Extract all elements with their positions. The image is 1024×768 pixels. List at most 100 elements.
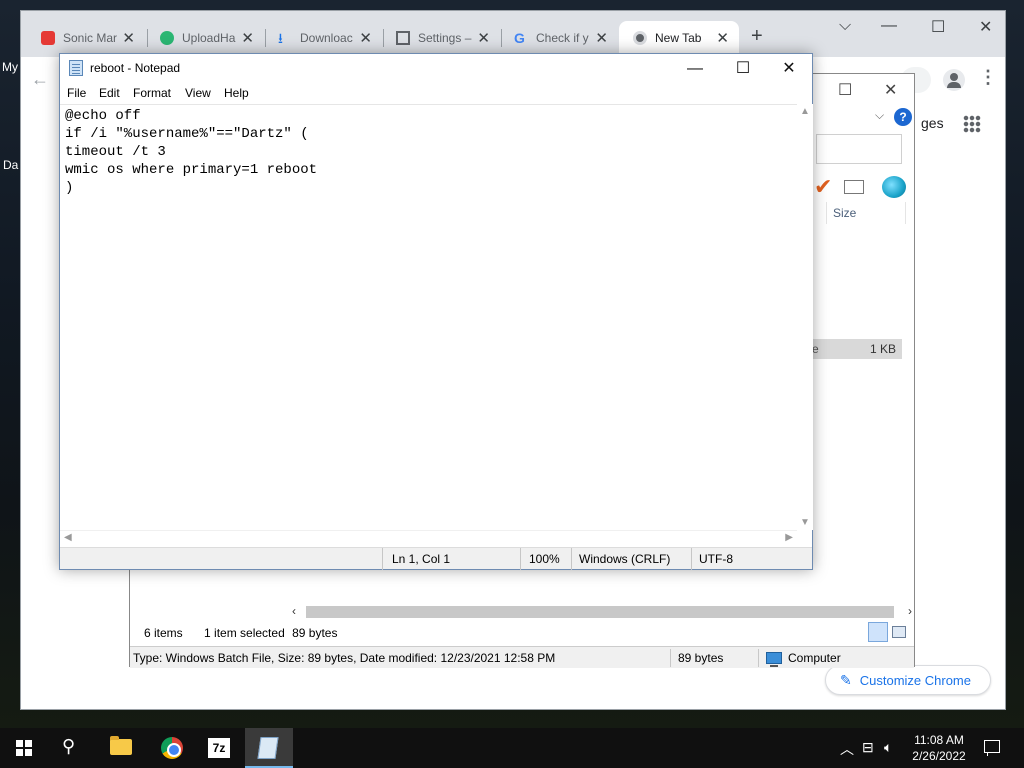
volume-icon[interactable]: 🔈︎ [884, 739, 892, 756]
selection-size: 89 bytes [292, 626, 338, 640]
divider [382, 548, 383, 570]
menu-file[interactable]: File [67, 86, 86, 100]
close-button[interactable]: ✕ [766, 57, 812, 83]
chrome-icon [161, 737, 183, 759]
horizontal-scrollbar[interactable]: ◀ ▶ [60, 530, 797, 546]
taskbar-explorer[interactable] [98, 728, 146, 768]
window-title: reboot - Notepad [90, 61, 181, 75]
divider [520, 548, 521, 570]
text-editor[interactable]: @echo off if /i "%username%"=="Dartz" ( … [60, 104, 797, 530]
tab-uploadhaven[interactable]: UploadHa ✕ [146, 21, 264, 55]
vertical-scrollbar[interactable]: ▲ ▼ [797, 104, 813, 530]
search-input[interactable] [816, 134, 902, 164]
details-view-icon[interactable] [868, 622, 888, 642]
close-button[interactable]: ✕ [884, 80, 897, 100]
scroll-left-icon[interactable]: ‹ [292, 604, 296, 618]
location-indicator: Computer [766, 651, 841, 667]
apps-grid-icon[interactable] [963, 115, 981, 133]
column-header-size[interactable]: Size [826, 202, 906, 224]
notification-icon[interactable] [984, 740, 1000, 756]
table-row-selected[interactable]: e 1 KB [812, 339, 902, 359]
start-button[interactable] [0, 728, 48, 768]
maximize-button[interactable]: ☐ [720, 57, 766, 83]
divider [758, 649, 759, 667]
close-icon[interactable]: ✕ [716, 29, 729, 47]
computer-icon [766, 652, 782, 667]
chevron-down-icon[interactable]: ⌵ [839, 17, 851, 35]
close-icon[interactable]: ✕ [122, 29, 135, 47]
scroll-thumb[interactable] [306, 606, 894, 618]
chevron-down-icon[interactable]: ⌵ [875, 108, 884, 123]
maximize-button[interactable]: ☐ [838, 80, 852, 100]
chevron-up-icon[interactable]: ︿ [840, 739, 854, 759]
tab-sonic[interactable]: Sonic Mar ✕ [27, 21, 145, 55]
checkmark-icon[interactable]: ✔ [814, 174, 832, 200]
images-link[interactable]: ges [921, 115, 944, 131]
7zip-icon: 7z [208, 738, 230, 758]
title-bar[interactable]: reboot - Notepad — ☐ ✕ [60, 54, 812, 84]
close-icon[interactable]: ✕ [595, 29, 608, 47]
customize-chrome-button[interactable]: ✎ Customize Chrome [825, 665, 991, 695]
close-icon[interactable]: ✕ [359, 29, 372, 47]
scroll-down-icon[interactable]: ▼ [800, 517, 810, 528]
close-button[interactable]: ✕ [979, 17, 992, 37]
item-count: 6 items [144, 626, 183, 640]
minimize-button[interactable]: — [672, 57, 718, 83]
menu-edit[interactable]: Edit [99, 86, 120, 100]
help-icon[interactable]: ? [894, 108, 912, 126]
scroll-left-icon[interactable]: ◀ [64, 532, 72, 543]
tab-title: Downloac [300, 31, 353, 45]
settings-icon [396, 31, 410, 45]
new-tab-button[interactable]: + [751, 25, 763, 48]
close-icon[interactable]: ✕ [241, 29, 254, 47]
desktop-icon-label[interactable]: My [2, 60, 18, 74]
file-size-text: 89 bytes [678, 651, 724, 665]
scroll-up-icon[interactable]: ▲ [800, 106, 810, 117]
large-icons-view-icon[interactable] [892, 626, 906, 638]
tab-new-tab[interactable]: New Tab ✕ [619, 21, 739, 55]
cursor-position: Ln 1, Col 1 [392, 552, 451, 566]
taskbar: ⚲ 7z ︿ ⊟ 🔈︎ 11:08 AM 2/26/2022 [0, 728, 1024, 768]
tab-title: UploadHa [182, 31, 236, 45]
taskbar-chrome[interactable] [148, 728, 196, 768]
tab-title: Sonic Mar [63, 31, 118, 45]
notepad-statusbar: Ln 1, Col 1 100% Windows (CRLF) UTF-8 [60, 547, 812, 570]
close-icon[interactable]: ✕ [477, 29, 490, 47]
minimize-button[interactable]: — [881, 17, 897, 35]
tab-title: New Tab [655, 31, 702, 45]
chrome-icon [633, 31, 647, 45]
notepad-window: reboot - Notepad — ☐ ✕ File Edit Format … [59, 53, 813, 570]
folder-icon [110, 736, 132, 755]
explorer-statusbar: 6 items 1 item selected 89 bytes [130, 622, 914, 646]
search-button[interactable]: ⚲ [48, 728, 96, 768]
tab-strip: Sonic Mar ✕ UploadHa ✕ ⭳ Downloac ✕ Sett… [21, 11, 1005, 57]
desktop-icon-label[interactable]: Da [3, 158, 18, 172]
maximize-button[interactable]: ☐ [931, 17, 945, 37]
menu-view[interactable]: View [185, 86, 211, 100]
menu-kebab-icon[interactable]: ⋮ [979, 67, 997, 88]
scroll-right-icon[interactable]: › [908, 604, 912, 618]
windows-logo-icon [16, 740, 32, 756]
network-icon[interactable]: ⊟ [862, 739, 874, 756]
divider [691, 548, 692, 570]
mail-icon[interactable] [844, 180, 864, 194]
menu-format[interactable]: Format [133, 86, 171, 100]
tab-title: Check if y [536, 31, 589, 45]
download-icon: ⭳ [278, 30, 283, 46]
tab-downloads[interactable]: ⭳ Downloac ✕ [264, 21, 382, 55]
divider [670, 649, 671, 667]
profile-avatar[interactable] [943, 69, 965, 91]
back-arrow-icon[interactable]: ← [31, 69, 49, 90]
taskbar-notepad[interactable] [245, 728, 293, 768]
zoom-level: 100% [529, 552, 560, 566]
menu-help[interactable]: Help [224, 86, 249, 100]
horizontal-scrollbar[interactable]: ‹ › [290, 604, 916, 620]
encoding: UTF-8 [699, 552, 733, 566]
clock-date: 2/26/2022 [912, 749, 966, 763]
clock[interactable]: 11:08 AM 2/26/2022 [904, 732, 974, 764]
scroll-right-icon[interactable]: ▶ [785, 532, 793, 543]
globe-icon[interactable] [882, 176, 906, 198]
tab-google-search[interactable]: G Check if y ✕ [500, 21, 618, 55]
taskbar-7zip[interactable]: 7z [196, 728, 244, 768]
tab-settings[interactable]: Settings – ✕ [382, 21, 500, 55]
